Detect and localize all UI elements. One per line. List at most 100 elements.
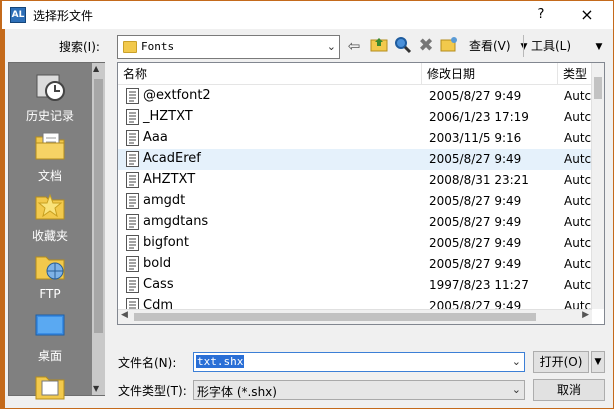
search-label: 搜索(I): [59,40,100,54]
place-documents[interactable]: 文档 [9,129,91,184]
file-type: Autc [564,110,592,124]
table-row[interactable]: amgdt 2005/8/27 9:49 Autc [118,191,592,212]
file-type: Autc [564,215,592,229]
font-file-icon [126,88,139,104]
open-button[interactable]: 打开(O) [533,351,589,373]
file-name: bold [143,256,172,271]
filename-value: txt.shx [196,355,245,368]
chevron-down-icon[interactable]: ⌄ [327,40,336,53]
file-type: Autc [564,257,592,271]
file-name: @extfont2 [143,88,211,103]
table-row[interactable]: Aaa 2003/11/5 9:16 Autc [118,128,592,149]
places-scroll-thumb[interactable] [94,79,103,333]
scroll-left-icon[interactable]: ◀ [121,310,128,320]
font-file-icon [126,130,139,146]
close-button[interactable]: × [576,5,598,25]
new-folder-icon[interactable] [439,36,459,56]
file-type: Autc [564,131,592,145]
font-file-icon [126,214,139,230]
filename-label: 文件名(N): [118,356,177,370]
table-row[interactable]: _HZTXT 2006/1/23 17:19 Autc [118,107,592,128]
file-date: 2005/8/27 9:49 [429,236,522,250]
file-date: 2005/8/27 9:49 [429,89,522,103]
font-file-icon [126,109,139,125]
file-list: 名称 ⌃ 修改日期 类型 @extfont2 2005/8/27 9:49 Autc… [117,62,605,325]
file-name: Aaa [143,130,168,145]
current-folder: Fonts [141,40,175,53]
hscroll-thumb[interactable] [134,313,536,321]
places-bar: 历史记录 文档 收藏夹 FTP 桌面 ▲ ▼ [8,62,105,400]
place-more[interactable] [9,369,91,407]
search-web-icon[interactable] [393,36,413,56]
table-row[interactable]: bold 2005/8/27 9:49 Autc [118,254,592,275]
place-desktop[interactable]: 桌面 [9,309,91,364]
back-icon[interactable]: ⇦ [344,36,364,56]
up-folder-icon[interactable] [369,36,389,56]
list-header: 名称 ⌃ 修改日期 类型 [118,63,604,85]
file-name: _HZTXT [143,109,193,124]
scroll-up-icon[interactable]: ▲ [93,64,99,73]
table-row[interactable]: AcadEref 2005/8/27 9:49 Autc [118,149,592,170]
toolbar-separator [523,35,524,57]
chevron-down-icon[interactable]: ▼ [589,37,609,57]
file-type: Autc [564,89,592,103]
font-file-icon [126,193,139,209]
sort-ascending-icon: ⌃ [265,62,274,70]
table-row[interactable]: @extfont2 2005/8/27 9:49 Autc [118,86,592,107]
view-menu[interactable]: 查看(V) [469,37,511,54]
chevron-down-icon[interactable]: ⌄ [512,355,521,368]
scroll-down-icon[interactable]: ▼ [93,384,99,393]
tools-menu[interactable]: 工具(L) [531,37,571,54]
file-date: 2005/8/27 9:49 [429,194,522,208]
file-type: Autc [564,194,592,208]
favorites-icon [33,189,67,223]
filetype-value: 形字体 (*.shx) [197,385,277,399]
look-in-combo[interactable]: Fonts ⌄ [117,35,340,59]
open-dropdown-button[interactable]: ▼ [591,351,605,373]
place-label: 收藏夹 [31,229,68,243]
file-name: amgdtans [143,214,209,229]
place-ftp[interactable]: FTP [9,249,91,301]
cancel-button[interactable]: 取消 [533,379,605,401]
column-date[interactable]: 修改日期 [422,63,558,85]
delete-icon[interactable]: ✖ [416,36,436,56]
filetype-select[interactable]: 形字体 (*.shx) ⌄ [193,380,525,400]
table-row[interactable]: bigfont 2005/8/27 9:49 Autc [118,233,592,254]
file-date: 2003/11/5 9:16 [429,131,522,145]
file-type: Autc [564,152,592,166]
font-file-icon [126,277,139,293]
table-row[interactable]: AHZTXT 2008/8/31 23:21 Autc [118,170,592,191]
file-name: Cass [143,277,174,292]
documents-icon [33,129,67,163]
file-dialog-window: AL 选择形文件 ? × 搜索(I): Fonts ⌄ ⇦ ✖ 查看(V) ▼ … [0,0,614,409]
font-file-icon [126,235,139,251]
app-icon: AL [10,7,26,23]
file-date: 1997/8/23 11:27 [429,278,529,292]
list-vertical-scrollbar[interactable] [591,63,604,309]
table-row[interactable]: Cass 1997/8/23 11:27 Autc [118,275,592,296]
file-date: 2005/8/27 9:49 [429,257,522,271]
chevron-down-icon[interactable]: ⌄ [512,383,521,396]
place-history[interactable]: 历史记录 [9,69,91,124]
places-scrollbar[interactable]: ▲ ▼ [92,63,105,395]
filetype-label: 文件类型(T): [118,384,187,398]
file-type: Autc [564,278,592,292]
file-date: 2005/8/27 9:49 [429,152,522,166]
file-date: 2006/1/23 17:19 [429,110,529,124]
table-row[interactable]: amgdtans 2005/8/27 9:49 Autc [118,212,592,233]
help-button[interactable]: ? [530,5,552,25]
filename-input[interactable]: txt.shx ⌄ [193,352,525,372]
list-scroll-thumb[interactable] [594,77,602,99]
font-file-icon [126,151,139,167]
place-favorites[interactable]: 收藏夹 [9,189,91,244]
place-label: 文档 [37,169,62,183]
history-icon [33,69,67,103]
place-label: 历史记录 [25,109,74,123]
title-bar: AL 选择形文件 ? × [2,1,613,29]
folder-icon [123,41,137,53]
list-horizontal-scrollbar[interactable]: ◀ ▶ [118,309,592,324]
scroll-right-icon[interactable]: ▶ [582,310,589,320]
file-date: 2008/8/31 23:21 [429,173,529,187]
folder-icon [33,369,67,403]
file-name: AHZTXT [143,172,196,187]
